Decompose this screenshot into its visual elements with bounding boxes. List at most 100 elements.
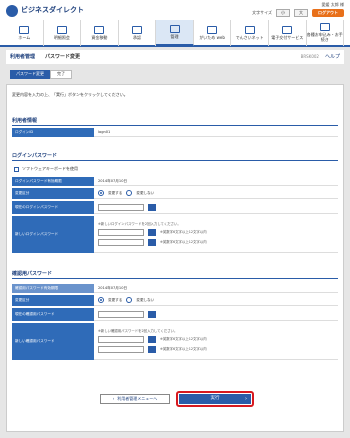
- home-icon: [19, 25, 30, 34]
- confirm-current-row: 現在の確認用パスワード: [12, 308, 338, 322]
- back-button-label: 利用者管理メニューへ: [117, 395, 158, 401]
- confirm-change-text: 変更する: [108, 297, 123, 302]
- application-icon: [319, 23, 330, 32]
- keyboard-icon[interactable]: [148, 229, 156, 237]
- login-nochange-radio[interactable]: [126, 190, 133, 196]
- section-divider: [12, 160, 338, 161]
- keyboard-icon[interactable]: [148, 346, 156, 354]
- nav-item-2[interactable]: 資金移動: [81, 20, 119, 46]
- step-indicator: パスワード変更 完了: [10, 70, 72, 79]
- top-header: ビジネスダイレクト 愛媛 太郎 様 文字サイズ 小 大 ログアウト ホーム 明細照…: [0, 0, 350, 47]
- login-change-radio[interactable]: [98, 190, 104, 196]
- logo-mark: [6, 5, 18, 17]
- transfer-icon: [94, 25, 105, 34]
- login-expiry-row: ログインパスワード有効期限 2014年07月10日: [12, 177, 338, 187]
- confirm-expiry-row: 確認用パスワード有効期限 2014年07月10日: [12, 284, 338, 294]
- text-size-large[interactable]: 大: [294, 9, 308, 17]
- logout-button[interactable]: ログアウト: [312, 9, 344, 17]
- nav-item-label: 管理: [170, 33, 179, 39]
- login-current-cell: [94, 201, 338, 214]
- section-user-info: 利用者情報: [12, 118, 38, 124]
- intro-text: 変更内容を入力の上、「実行」ボタンをクリックしてください。: [12, 92, 128, 97]
- login-current-row: 現在のログインパスワード: [12, 201, 338, 215]
- nav-item-0[interactable]: ホーム: [6, 20, 44, 46]
- nav-item-label: 各種お申込み・お手続き: [306, 32, 343, 42]
- login-change-label: 変更区分: [12, 188, 94, 199]
- confirm-new-input[interactable]: [98, 336, 144, 344]
- login-current-input[interactable]: [98, 203, 144, 211]
- confirm-new-note: ※新しい確認用パスワードを2回入力してください。: [98, 328, 178, 333]
- confirm-new-label: 新しい確認用パスワード: [12, 323, 94, 360]
- tool-row: 文字サイズ 小 大 ログアウト: [252, 9, 344, 17]
- login-new-rule2: ※英数字6文字以上12文字以内: [160, 240, 207, 245]
- login-new-label: 新しいログインパスワード: [12, 216, 94, 253]
- title-bar: 利用者管理 パスワード変更 BRSK002 ヘルプ: [6, 50, 344, 64]
- nav-item-8[interactable]: 各種お申込み・お手続き: [307, 20, 345, 46]
- login-current-label: 現在のログインパスワード: [12, 201, 94, 214]
- forex-icon: [207, 25, 218, 34]
- confirm-new-rule1: ※英数字6文字以上12文字以内: [160, 337, 207, 342]
- step-current: パスワード変更: [10, 70, 50, 79]
- step-next: 完了: [50, 70, 72, 79]
- logo: ビジネスダイレクト: [6, 5, 84, 17]
- confirm-nochange-radio[interactable]: [126, 297, 133, 303]
- login-new-rule1: ※英数字6文字以上12文字以内: [160, 230, 207, 235]
- login-new-confirm-input[interactable]: [98, 239, 144, 247]
- keyboard-icon[interactable]: [148, 336, 156, 344]
- nav-item-label: 資金移動: [91, 34, 108, 40]
- confirm-new-line1: ※英数字6文字以上12文字以内: [98, 336, 207, 344]
- login-new-note: ※新しいログインパスワードを2回入力してください。: [98, 221, 181, 226]
- login-new-line2: ※英数字6文字以上12文字以内: [98, 239, 207, 247]
- login-expiry-label: ログインパスワード有効期限: [12, 177, 94, 186]
- nav-item-label: 明細照会: [53, 34, 70, 40]
- software-keyboard-checkbox[interactable]: [14, 167, 19, 172]
- login-new-input[interactable]: [98, 229, 144, 237]
- login-change-text: 変更する: [108, 190, 123, 195]
- nav-item-6[interactable]: でんさいネット: [231, 20, 269, 46]
- execute-button-label: 実行: [210, 396, 220, 402]
- section-divider: [12, 125, 338, 126]
- login-new-row: 新しいログインパスワード ※新しいログインパスワードを2回入力してください。 ※…: [12, 216, 338, 254]
- section-login-pw: ログインパスワード: [12, 153, 58, 159]
- help-link[interactable]: ヘルプ: [325, 54, 340, 60]
- execute-button[interactable]: 実行 ›: [176, 391, 254, 407]
- nav-item-7[interactable]: 電子交付サービス: [269, 20, 307, 46]
- login-id-value: logn01: [94, 128, 338, 137]
- login-change-options: 変更する 変更しない: [94, 188, 338, 199]
- page-category: 利用者管理: [10, 54, 36, 60]
- nav-item-label: でんさいネット: [235, 34, 264, 40]
- login-change-row: 変更区分 変更する 変更しない: [12, 188, 338, 200]
- confirm-current-input[interactable]: [98, 310, 144, 318]
- keyboard-icon[interactable]: [148, 239, 156, 247]
- global-nav: ホーム 明細照会 資金移動 承認 管理 がいため web でんさいネット 電子交付サービス 各種…: [6, 20, 345, 46]
- keyboard-icon[interactable]: [148, 310, 156, 318]
- statement-icon: [56, 25, 67, 34]
- software-keyboard-label: ソフトウェアキーボードを使用: [22, 166, 78, 171]
- text-size-small[interactable]: 小: [276, 9, 290, 17]
- confirm-new-rule2: ※英数字6文字以上12文字以内: [160, 347, 207, 352]
- execute-button-inner: 実行 ›: [179, 394, 251, 404]
- nav-item-5[interactable]: がいため web: [194, 20, 232, 46]
- confirm-change-radio[interactable]: [98, 297, 104, 303]
- login-new-cell: ※新しいログインパスワードを2回入力してください。 ※英数字6文字以上12文字以…: [94, 216, 338, 253]
- nav-item-1[interactable]: 明細照会: [44, 20, 82, 46]
- confirm-new-line2: ※英数字6文字以上12文字以内: [98, 346, 207, 354]
- keyboard-icon[interactable]: [148, 203, 156, 211]
- nav-item-4[interactable]: 管理: [156, 20, 194, 46]
- login-new-line1: ※英数字6文字以上12文字以内: [98, 229, 207, 237]
- manage-icon: [169, 24, 180, 33]
- login-expiry-value: 2014年07月10日: [94, 177, 338, 186]
- screen-code: BRSK002: [300, 53, 319, 59]
- confirm-expiry-value: 2014年07月10日: [94, 284, 338, 293]
- nav-item-3[interactable]: 承認: [119, 20, 157, 46]
- chevron-right-icon: ›: [245, 396, 247, 402]
- nav-item-label: がいため web: [199, 34, 225, 40]
- confirm-change-row: 変更区分 変更する 変更しない: [12, 295, 338, 307]
- confirm-new-confirm-input[interactable]: [98, 346, 144, 354]
- section-divider: [12, 278, 338, 279]
- user-name: 愛媛 太郎 様: [321, 2, 344, 7]
- densai-icon: [244, 25, 255, 34]
- confirm-new-cell: ※新しい確認用パスワードを2回入力してください。 ※英数字6文字以上12文字以内…: [94, 323, 338, 360]
- page-title: パスワード変更: [45, 54, 81, 60]
- back-to-menu-button[interactable]: ‹ 利用者管理メニューへ: [100, 394, 170, 404]
